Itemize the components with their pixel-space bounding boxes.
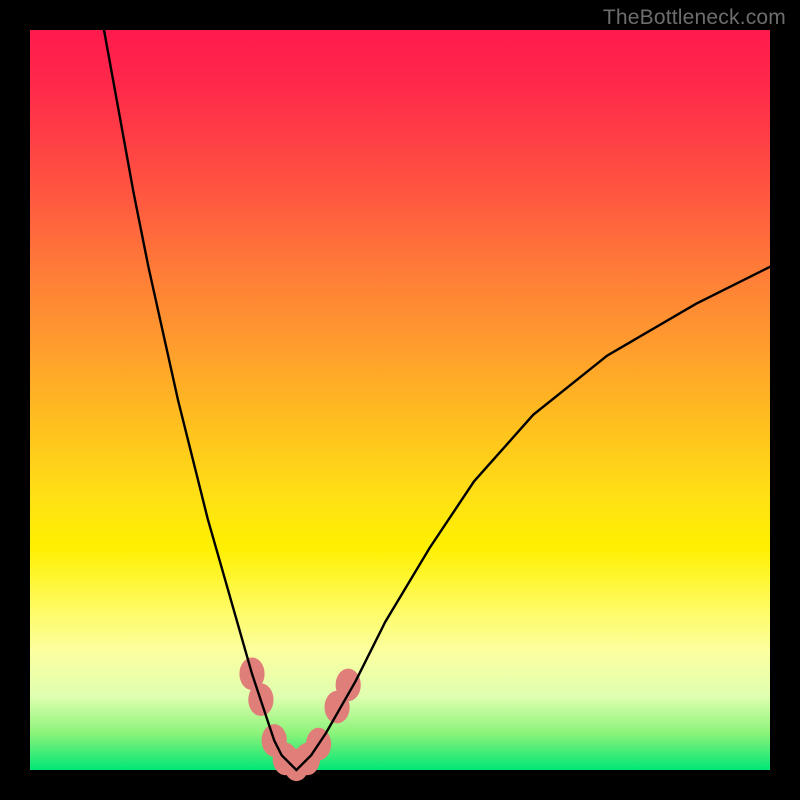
marker-layer [239,658,360,782]
plot-area [30,30,770,770]
curve-left-branch [104,30,296,770]
chart-stage: TheBottleneck.com [0,0,800,800]
curve-right-branch [296,267,770,770]
watermark-text: TheBottleneck.com [603,6,786,30]
curve-svg [30,30,770,770]
